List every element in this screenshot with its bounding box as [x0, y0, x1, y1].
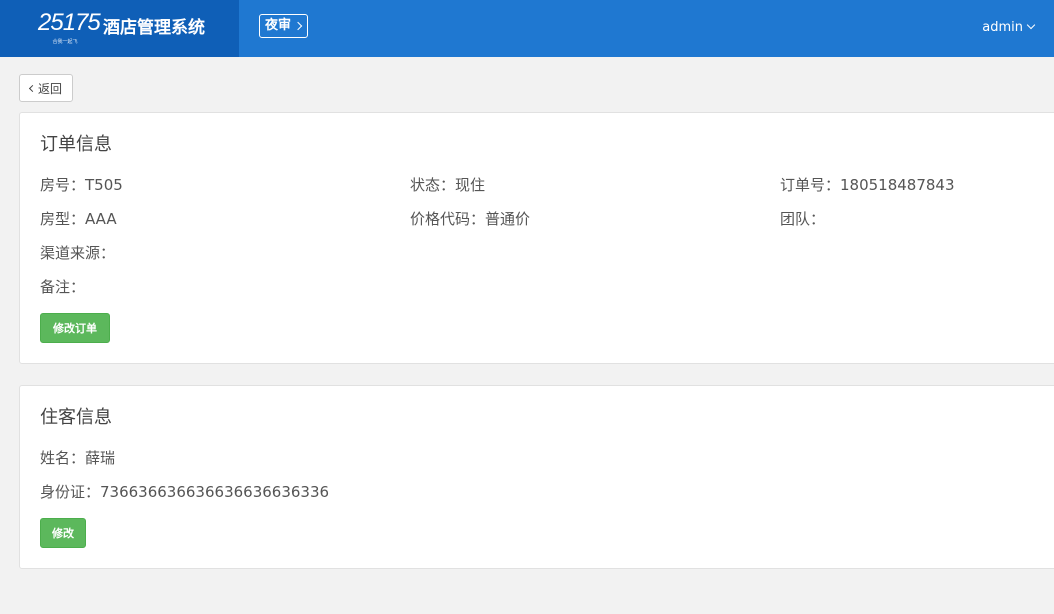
channel-source: 渠道来源： [40, 244, 116, 262]
username: admin [982, 19, 1023, 35]
app-title: 酒店管理系统 [103, 18, 205, 38]
brand-logo: 25175 合我一起飞 [36, 10, 101, 48]
chevron-down-icon [1026, 20, 1036, 30]
group: 团队： [780, 210, 826, 228]
guest-panel-title: 住客信息 [40, 407, 112, 428]
guest-id-card: 身份证：736636636636636636636336 [40, 483, 330, 501]
edit-guest-button[interactable]: 修改 [40, 518, 86, 548]
back-button[interactable]: 返回 [19, 74, 73, 102]
night-audit-button[interactable]: 夜审 [259, 14, 309, 38]
room-type: 房型：AAA [40, 210, 117, 228]
edit-order-button[interactable]: 修改订单 [40, 313, 110, 343]
price-code: 价格代码：普通价 [410, 210, 531, 228]
back-label: 返回 [37, 81, 62, 96]
logo-text: 25175 [38, 9, 101, 36]
guest-name: 姓名：薛瑞 [40, 449, 116, 467]
chevron-left-icon [28, 84, 37, 92]
top-navbar: 25175 合我一起飞 酒店管理系统 夜审 admin [0, 0, 1054, 57]
chevron-right-icon [293, 21, 303, 31]
logo-tagline: 合我一起飞 [52, 39, 78, 45]
order-panel-title: 订单信息 [40, 134, 112, 155]
order-status: 状态：现住 [410, 176, 486, 194]
order-info-panel: 订单信息 房号：T505 状态：现住 订单号：180518487843 房型：A… [19, 112, 1054, 364]
room-number: 房号：T505 [40, 176, 123, 194]
order-number: 订单号：180518487843 [780, 176, 955, 194]
brand-area: 25175 合我一起飞 酒店管理系统 [0, 0, 239, 57]
remark: 备注： [40, 278, 86, 296]
user-menu[interactable]: admin [982, 17, 1036, 37]
guest-info-panel: 住客信息 姓名：薛瑞 身份证：736636636636636636636336 … [19, 385, 1054, 569]
night-audit-label: 夜审 [265, 18, 292, 33]
